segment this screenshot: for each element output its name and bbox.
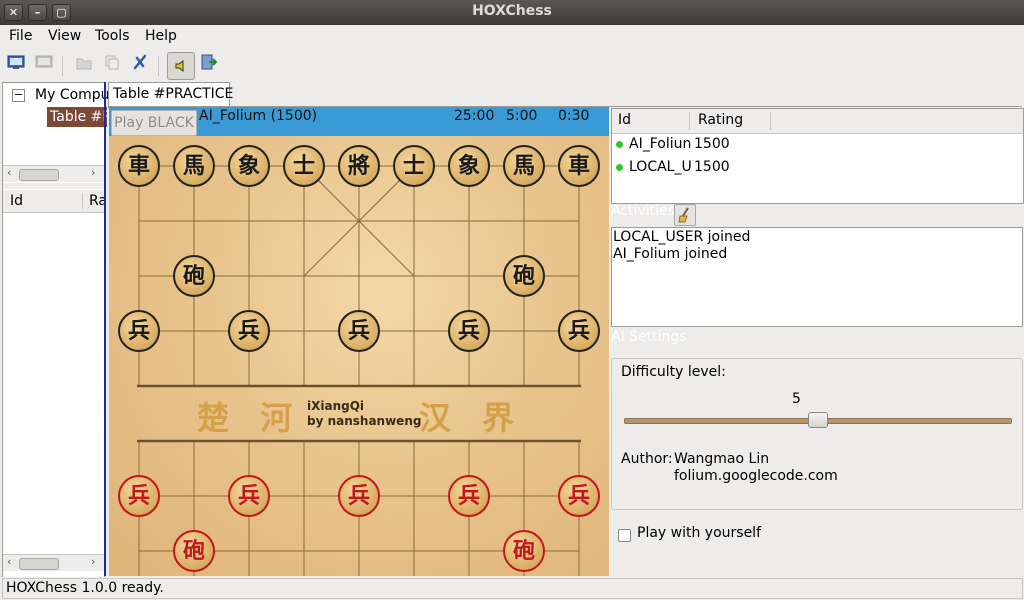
scroll-right-icon[interactable]: › (91, 555, 95, 568)
col-rating-header[interactable]: Rating (698, 112, 743, 128)
free-time: 0:30 (558, 108, 590, 124)
scroll-left-icon[interactable]: ‹ (7, 555, 11, 568)
red-soldier-4[interactable]: 兵 (448, 475, 490, 517)
toolbar-separator (62, 56, 63, 76)
menu-view[interactable]: View (48, 28, 81, 44)
focus-border (104, 82, 106, 576)
toolbar (0, 50, 1024, 80)
sound-icon[interactable] (167, 52, 195, 80)
exit-icon[interactable] (197, 53, 221, 77)
disconnect-icon[interactable] (32, 53, 56, 77)
black-chariot-right[interactable]: 車 (558, 145, 600, 187)
difficulty-slider-thumb[interactable] (808, 412, 828, 428)
toolbar-separator (158, 56, 159, 76)
river-subtitle: by nanshanweng (307, 414, 422, 428)
ai-settings-label: AI Settings (611, 329, 687, 345)
players-header: Id Rating (612, 109, 1023, 134)
status-frame: HOXChess 1.0.0 ready. (2, 578, 1023, 599)
player-row[interactable]: LOCAL_U (616, 159, 692, 175)
splitter[interactable] (3, 183, 104, 189)
red-cannon-right[interactable]: 砲 (503, 530, 545, 572)
activities-label: Activities (611, 203, 675, 219)
black-advisor-left[interactable]: 士 (283, 145, 325, 187)
copy-icon[interactable] (100, 53, 124, 77)
black-advisor-right[interactable]: 士 (393, 145, 435, 187)
opponent-label: AI_Folium (1500) (199, 108, 318, 124)
player-row[interactable]: AI_Foliun (616, 136, 691, 152)
black-soldier-3[interactable]: 兵 (338, 310, 380, 352)
menu-help[interactable]: Help (145, 28, 177, 44)
author-name: Wangmao Lin (674, 451, 770, 467)
black-general[interactable]: 將 (338, 145, 380, 187)
player-id: AI_Foliun (629, 136, 692, 152)
river-text-left: 楚 河 (197, 399, 303, 437)
col-id-header[interactable]: Id (618, 112, 631, 128)
tree-horizontal-scrollbar[interactable]: ‹ › (3, 165, 104, 182)
status-bar: HOXChess 1.0.0 ready. (0, 577, 1024, 600)
menu-file[interactable]: File (9, 28, 32, 44)
title-bar: ✕ – ▢ HOXChess (0, 0, 1024, 25)
col-id-header[interactable]: Id (10, 193, 23, 209)
tree-root-item[interactable]: My Compu (35, 87, 110, 103)
black-horse-left[interactable]: 馬 (173, 145, 215, 187)
author-site: folium.googlecode.com (674, 468, 838, 484)
ai-settings-group: Difficulty level: 5 Author: Wangmao Lin … (611, 358, 1023, 510)
activity-line: AI_Folium joined (613, 246, 728, 262)
red-soldier-2[interactable]: 兵 (228, 475, 270, 517)
table-info-bar: Play BLACK AI_Folium (1500) 25:00 5:00 0… (109, 107, 609, 136)
scroll-right-icon[interactable]: › (91, 166, 95, 179)
left-players-scrollbar[interactable]: ‹ › (3, 554, 104, 571)
window-title: HOXChess (472, 3, 552, 19)
tree-table-item[interactable]: Table #P (47, 107, 107, 127)
online-status-icon (616, 163, 623, 171)
black-cannon-right[interactable]: 砲 (503, 255, 545, 297)
black-elephant-right[interactable]: 象 (448, 145, 490, 187)
difficulty-value: 5 (792, 391, 801, 407)
river-text-right: 汉 界 (419, 399, 525, 437)
red-cannon-left[interactable]: 砲 (173, 530, 215, 572)
scroll-left-icon[interactable]: ‹ (7, 166, 11, 179)
close-table-icon[interactable] (128, 53, 152, 77)
tab-label: Table #PRACTICE (113, 86, 234, 102)
black-horse-right[interactable]: 馬 (503, 145, 545, 187)
river-title: iXiangQi (307, 399, 365, 413)
left-players-header: Id Ra (3, 190, 107, 213)
menu-tools[interactable]: Tools (95, 28, 130, 44)
black-cannon-left[interactable]: 砲 (173, 255, 215, 297)
play-with-yourself-label[interactable]: Play with yourself (637, 525, 761, 541)
activity-line: LOCAL_USER joined (613, 229, 751, 245)
open-table-icon[interactable] (72, 53, 96, 77)
online-status-icon (616, 140, 623, 148)
player-rating: 1500 (694, 136, 730, 152)
broom-icon[interactable] (674, 204, 696, 226)
black-soldier-4[interactable]: 兵 (448, 310, 490, 352)
players-list: Id Rating AI_Foliun 1500 LOCAL_U 1500 (611, 108, 1024, 204)
difficulty-label: Difficulty level: (621, 364, 726, 380)
player-rating: 1500 (694, 159, 730, 175)
player-id: LOCAL_U (629, 159, 692, 175)
black-soldier-5[interactable]: 兵 (558, 310, 600, 352)
black-chariot-left[interactable]: 車 (118, 145, 160, 187)
menu-bar: File View Tools Help (0, 25, 1024, 49)
red-soldier-3[interactable]: 兵 (338, 475, 380, 517)
red-soldier-1[interactable]: 兵 (118, 475, 160, 517)
play-with-yourself-checkbox[interactable] (618, 529, 631, 542)
activities-log[interactable]: LOCAL_USER joined AI_Folium joined (611, 227, 1023, 327)
connect-icon[interactable] (4, 53, 28, 77)
black-soldier-1[interactable]: 兵 (118, 310, 160, 352)
sites-panel: − My Compu Table #P ‹ › Id Ra ‹ › (2, 82, 110, 578)
black-elephant-left[interactable]: 象 (228, 145, 270, 187)
author-label: Author: (621, 451, 673, 467)
game-time: 25:00 (454, 108, 495, 124)
status-text: HOXChess 1.0.0 ready. (6, 580, 164, 596)
play-black-button[interactable]: Play BLACK (111, 110, 197, 136)
move-time: 5:00 (506, 108, 538, 124)
xiangqi-board[interactable]: 楚 河 iXiangQi by nanshanweng 汉 界 車 馬 象 士 … (109, 136, 609, 576)
collapse-toggle[interactable]: − (12, 89, 25, 102)
black-soldier-2[interactable]: 兵 (228, 310, 270, 352)
red-soldier-5[interactable]: 兵 (558, 475, 600, 517)
scroll-thumb[interactable] (19, 169, 59, 181)
scroll-thumb[interactable] (19, 558, 59, 570)
tab-table-practice[interactable]: Table #PRACTICE (108, 82, 234, 108)
